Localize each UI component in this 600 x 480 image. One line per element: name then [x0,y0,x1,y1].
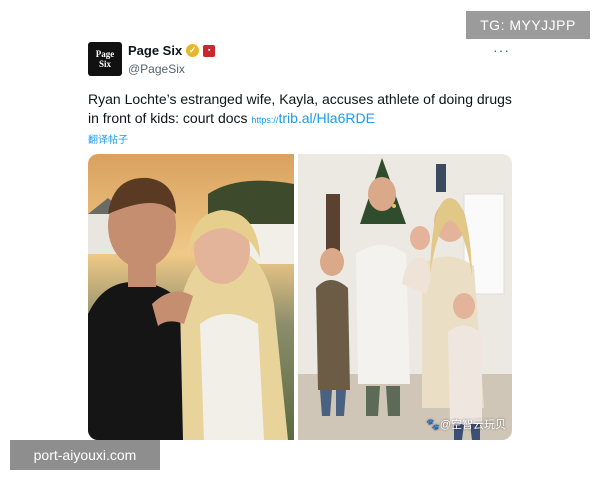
tweet-card: Page Six Page Six ✓ ▪ @PageSix ··· Ryan … [84,32,518,444]
tweet-link[interactable]: https://trib.al/Hla6RDE [251,110,375,126]
more-options-icon[interactable]: ··· [493,42,510,58]
photo-couple[interactable] [88,154,294,440]
affiliate-badge-icon: ▪ [203,44,216,57]
photo-family[interactable]: 🐾@空智云玩贝 [298,154,512,440]
display-name[interactable]: Page Six [128,43,182,58]
translate-post-link[interactable]: 翻译帖子 [88,131,128,146]
top-right-tag: TG: MYYJJPP [466,11,590,39]
photo-family-image [298,154,512,440]
avatar-line1: Page [95,49,115,59]
tweet-text: Ryan Lochte’s estranged wife, Kayla, acc… [88,90,512,130]
author-name-row: Page Six ✓ ▪ [128,43,216,58]
photo-couple-image [88,154,294,440]
media-watermark: 🐾@空智云玩贝 [426,419,506,431]
media-grid: 🐾@空智云玩贝 [88,154,512,440]
bottom-left-tag: port-aiyouxi.com [10,440,160,470]
avatar[interactable]: Page Six [88,42,122,76]
author-handle[interactable]: @PageSix [128,62,185,76]
tweet-link-text: trib.al/Hla6RDE [278,110,375,126]
avatar-line2: Six [98,59,111,69]
verified-badge-icon: ✓ [186,44,200,57]
tweet-link-proto: https:// [251,115,279,125]
